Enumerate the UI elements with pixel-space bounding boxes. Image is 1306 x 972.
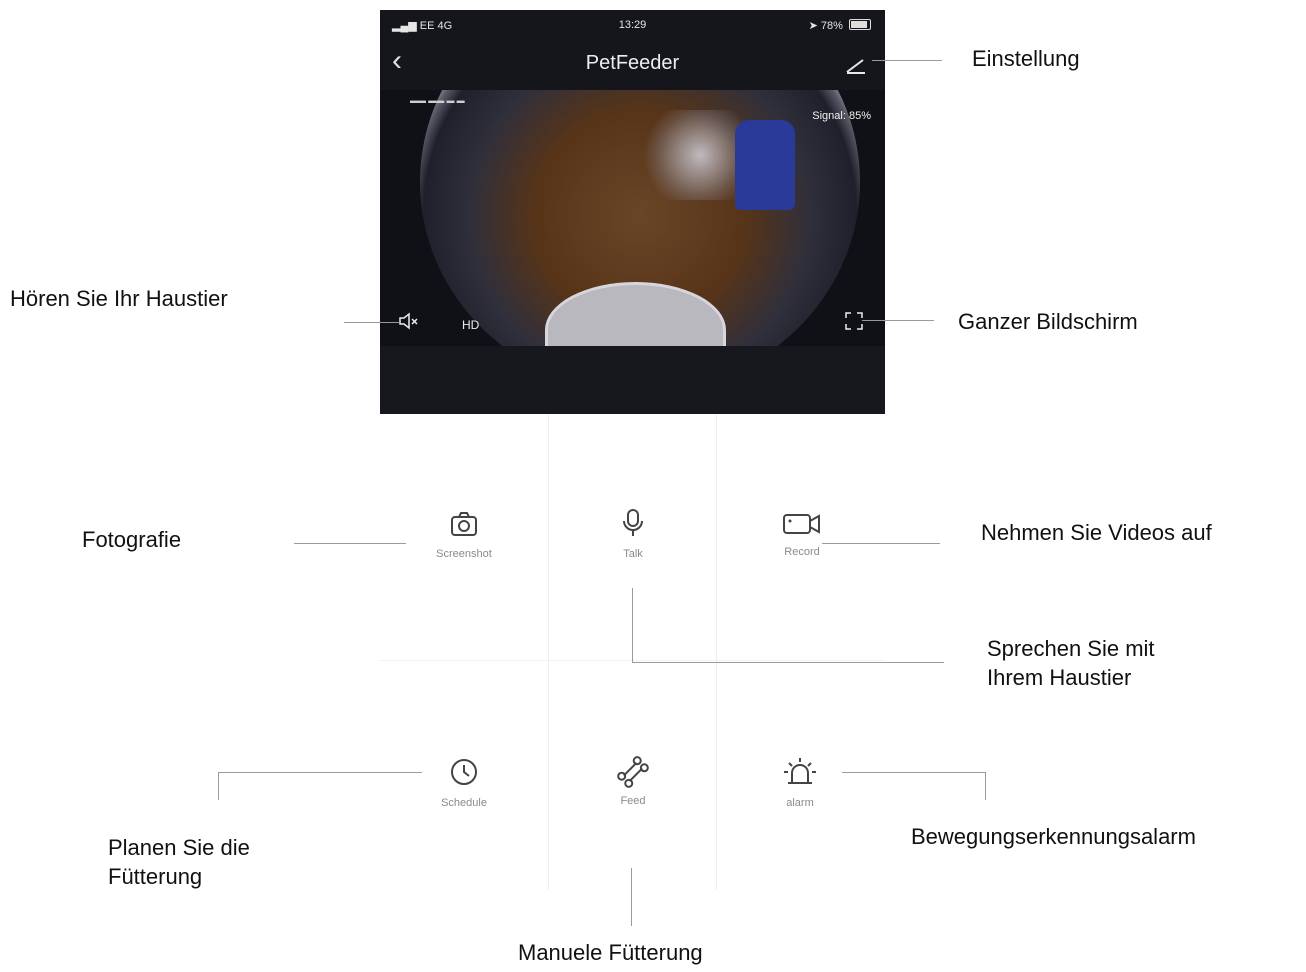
callout-schedule: Planen Sie die Fütterung (108, 833, 250, 891)
hd-toggle[interactable]: HD (462, 318, 479, 332)
screenshot-button[interactable]: Screenshot (414, 510, 514, 560)
fullscreen-button[interactable] (845, 312, 863, 330)
location-icon: ➤ (808, 20, 818, 32)
alarm-button[interactable]: alarm (750, 757, 850, 809)
microphone-icon (623, 509, 643, 536)
callout-talk-line1: Sprechen Sie mit (987, 636, 1155, 661)
callout-photo: Fotografie (82, 527, 182, 552)
battery-percent: 78% (820, 20, 843, 32)
app-header: ▂▄▆ EE 4G 13:29 ➤ 78% ‹ PetFeeder (380, 10, 885, 90)
battery-icon (849, 19, 871, 30)
page-title: PetFeeder (585, 52, 680, 74)
callout-fullscreen: Ganzer Bildschirm (958, 309, 1138, 334)
feed-label: Feed (620, 795, 646, 807)
bone-icon (617, 756, 649, 788)
camera-icon (451, 512, 477, 536)
status-bar: ▂▄▆ EE 4G 13:29 ➤ 78% (380, 10, 885, 38)
callout-schedule-line1: Planen Sie die (108, 835, 250, 860)
talk-label: Talk (623, 548, 643, 560)
column-divider-left (548, 414, 549, 890)
leader-line-alarm-horizontal (842, 772, 986, 773)
schedule-label: Schedule (441, 797, 487, 809)
camera-footer-bar (380, 346, 885, 414)
talk-button[interactable]: Talk (583, 508, 683, 560)
leader-line-feed (631, 868, 632, 926)
leader-line-talk-horizontal (632, 662, 944, 663)
mute-button[interactable] (398, 312, 420, 330)
settings-button[interactable] (843, 56, 869, 76)
callout-talk-line2: Ihrem Haustier (987, 665, 1132, 690)
alarm-label: alarm (786, 797, 814, 809)
fullscreen-icon (845, 312, 863, 330)
leader-line-fullscreen (862, 320, 934, 321)
signal-strength: Signal: 85% (812, 110, 871, 122)
pencil-icon (846, 59, 865, 74)
video-camera-icon (783, 514, 820, 534)
column-divider-right (716, 414, 717, 890)
leader-line-photo (294, 543, 406, 544)
leader-line-talk-vertical (632, 588, 633, 662)
screenshot-label: Screenshot (436, 548, 492, 560)
leader-line-record (822, 543, 940, 544)
callout-record: Nehmen Sie Videos auf (981, 520, 1212, 545)
callout-alarm: Bewegungserkennungsalarm (911, 824, 1196, 849)
callout-listen: Hören Sie Ihr Haustier (10, 286, 228, 311)
siren-icon (784, 758, 816, 784)
leader-line-schedule-vertical (218, 772, 219, 800)
camera-live-view[interactable]: ▬▬ ▬▬ ▬ ▬ Signal: 85% HD (380, 90, 885, 346)
clock-icon (451, 759, 477, 785)
speaker-muted-icon (399, 312, 418, 330)
callout-talk: Sprechen Sie mit Ihrem Haustier (987, 634, 1155, 692)
video-timestamp: ▬▬ ▬▬ ▬ ▬ (410, 96, 465, 105)
feed-button[interactable]: Feed (583, 755, 683, 807)
callout-settings: Einstellung (972, 46, 1080, 71)
callout-feed: Manuele Fütterung (518, 940, 703, 965)
record-button[interactable]: Record (752, 512, 852, 558)
leader-line-listen (344, 322, 400, 323)
blue-chair (735, 120, 795, 210)
leader-line-alarm-vertical (985, 772, 986, 800)
battery-status: ➤ 78% (809, 19, 871, 32)
callout-schedule-line2: Fütterung (108, 864, 203, 889)
schedule-button[interactable]: Schedule (414, 757, 514, 809)
leader-line-settings (872, 60, 942, 61)
leader-line-schedule-horizontal (218, 772, 422, 773)
record-label: Record (784, 546, 820, 558)
